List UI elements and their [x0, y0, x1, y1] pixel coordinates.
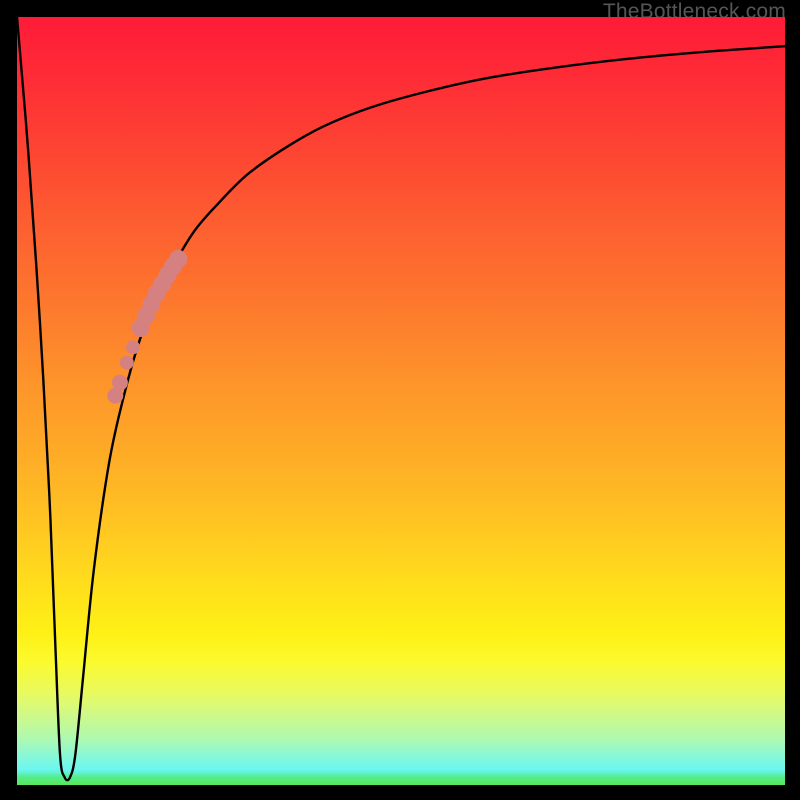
cluster-main-bottom: [132, 319, 150, 337]
dot-mid-a: [126, 340, 140, 354]
curve-layer: [17, 17, 785, 785]
dot-mid-b: [120, 356, 134, 370]
bottleneck-curve: [17, 17, 785, 780]
plot-area: [17, 17, 785, 785]
marker-group: [107, 250, 187, 404]
dot-low-b: [107, 388, 123, 404]
chart-stage: TheBottleneck.com: [0, 0, 800, 800]
